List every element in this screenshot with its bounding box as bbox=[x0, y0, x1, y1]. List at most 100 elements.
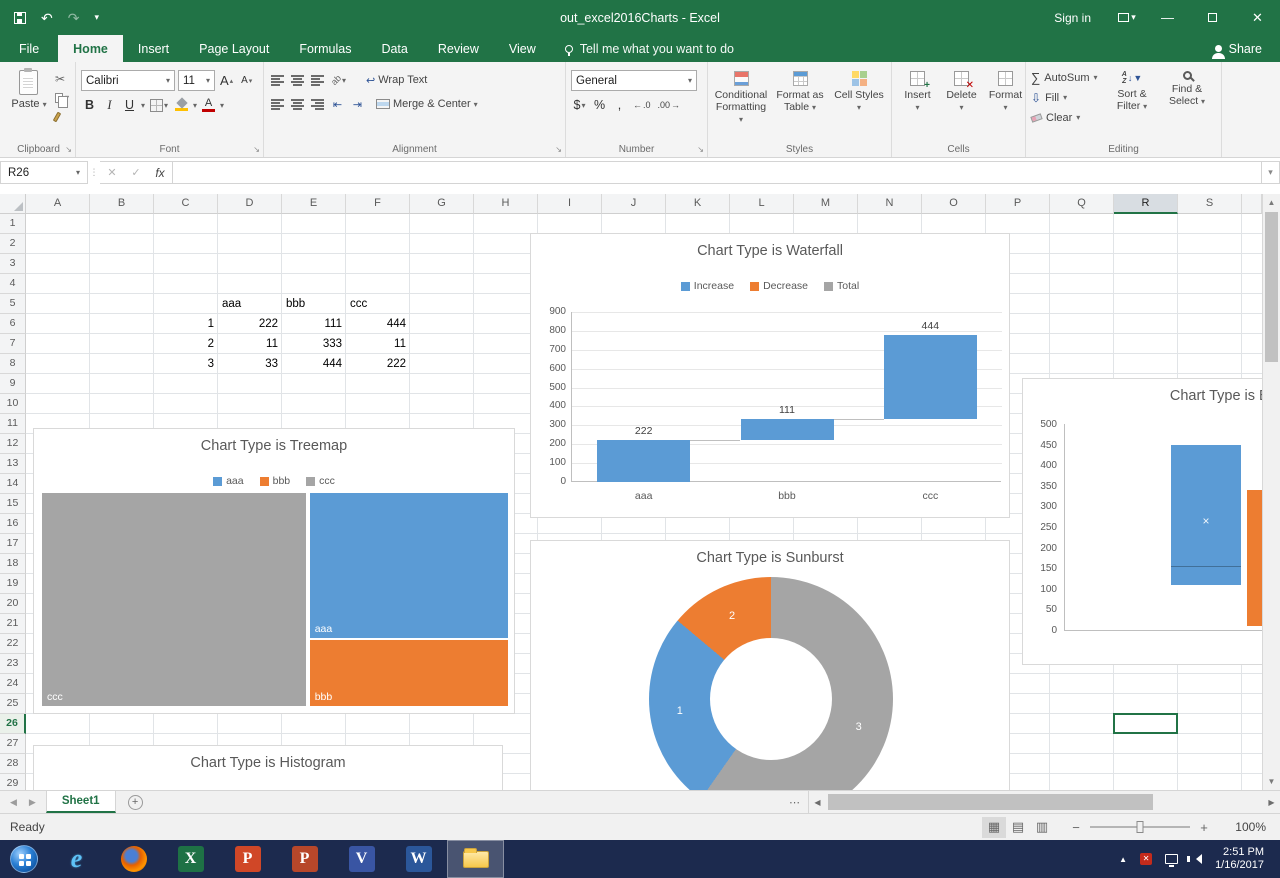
fill-button[interactable]: ⇩Fill▾ bbox=[1031, 89, 1103, 106]
tab-page-layout[interactable]: Page Layout bbox=[184, 35, 284, 62]
italic-button[interactable]: I bbox=[101, 96, 118, 114]
page-layout-view-icon[interactable]: ▤ bbox=[1006, 817, 1030, 838]
row-header-3[interactable]: 3 bbox=[0, 254, 26, 274]
row-header-6[interactable]: 6 bbox=[0, 314, 26, 334]
ribbon-display-options-icon[interactable]: ▾ bbox=[1109, 0, 1145, 35]
column-header-O[interactable]: O bbox=[922, 194, 986, 214]
row-header-1[interactable]: 1 bbox=[0, 214, 26, 234]
share-button[interactable]: Share bbox=[1197, 35, 1280, 62]
column-header-M[interactable]: M bbox=[794, 194, 858, 214]
sort-filter-button[interactable]: AZ↓▼ Sort & Filter ▾ bbox=[1106, 65, 1158, 142]
font-dialog-launcher[interactable]: ↘ bbox=[253, 146, 260, 154]
waterfall-bar-ccc[interactable] bbox=[884, 335, 977, 419]
sunburst-chart[interactable]: Chart Type is Sunburst 312 bbox=[530, 540, 1010, 790]
taskbar-clock[interactable]: 2:51 PM 1/16/2017 bbox=[1215, 846, 1272, 872]
shrink-font-button[interactable]: A▾ bbox=[238, 72, 255, 90]
cell-D5[interactable]: aaa bbox=[218, 294, 282, 314]
waterfall-chart[interactable]: Chart Type is Waterfall IncreaseDecrease… bbox=[530, 233, 1010, 518]
copy-button[interactable]: ▾ bbox=[54, 90, 70, 105]
tab-home[interactable]: Home bbox=[58, 35, 123, 62]
horizontal-scrollbar[interactable]: ◀ ▶ bbox=[808, 791, 1280, 813]
borders-button[interactable]: ▾ bbox=[148, 96, 170, 114]
row-header-17[interactable]: 17 bbox=[0, 534, 26, 554]
treemap-chart[interactable]: Chart Type is Treemap aaabbbccc cccaaabb… bbox=[33, 428, 515, 714]
clear-button[interactable]: Clear▾ bbox=[1031, 109, 1103, 126]
column-header-F[interactable]: F bbox=[346, 194, 410, 214]
cell-F5[interactable]: ccc bbox=[346, 294, 410, 314]
cell-F7[interactable]: 11 bbox=[346, 334, 410, 354]
row-header-28[interactable]: 28 bbox=[0, 754, 26, 774]
column-header-R[interactable]: R bbox=[1114, 194, 1178, 214]
cell-D8[interactable]: 33 bbox=[218, 354, 282, 374]
treemap-block-bbb[interactable]: bbb bbox=[309, 639, 509, 707]
zoom-level[interactable]: 100% bbox=[1218, 820, 1266, 834]
spreadsheet-grid[interactable]: ABCDEFGHIJKLMNOPQRS 12345678910111213141… bbox=[0, 194, 1280, 790]
treemap-block-ccc[interactable]: ccc bbox=[41, 492, 307, 707]
zoom-slider-thumb[interactable] bbox=[1137, 821, 1144, 833]
horizontal-scroll-thumb[interactable] bbox=[828, 794, 1153, 810]
cell-C8[interactable]: 3 bbox=[154, 354, 218, 374]
volume-icon[interactable] bbox=[1191, 854, 1202, 864]
redo-icon[interactable]: ↷ bbox=[68, 11, 80, 25]
row-header-23[interactable]: 23 bbox=[0, 654, 26, 674]
paste-button[interactable]: Paste ▾ bbox=[7, 65, 51, 142]
cell-E8[interactable]: 444 bbox=[282, 354, 346, 374]
column-header-H[interactable]: H bbox=[474, 194, 538, 214]
decrease-decimal-button[interactable]: .00→ bbox=[656, 96, 683, 114]
network-icon[interactable] bbox=[1165, 854, 1178, 864]
align-center-button[interactable] bbox=[289, 95, 306, 113]
tell-me-box[interactable]: Tell me what you want to do bbox=[551, 35, 748, 62]
zoom-in-icon[interactable]: + bbox=[1196, 820, 1212, 835]
tab-overflow-dots[interactable]: ⋯ bbox=[781, 796, 808, 809]
accounting-format-button[interactable]: $▾ bbox=[571, 96, 588, 114]
row-header-21[interactable]: 21 bbox=[0, 614, 26, 634]
grow-font-button[interactable]: A▴ bbox=[218, 72, 235, 90]
vertical-scrollbar[interactable]: ▲ ▼ bbox=[1262, 194, 1280, 790]
cell-F6[interactable]: 444 bbox=[346, 314, 410, 334]
align-right-button[interactable] bbox=[309, 95, 326, 113]
sheet-tab-sheet1[interactable]: Sheet1 bbox=[46, 791, 116, 813]
align-left-button[interactable] bbox=[269, 95, 286, 113]
waterfall-bar-aaa[interactable] bbox=[597, 440, 690, 482]
increase-decimal-button[interactable]: ←.0 bbox=[631, 96, 653, 114]
notification-icon[interactable]: ✕ bbox=[1140, 853, 1152, 865]
column-header-Q[interactable]: Q bbox=[1050, 194, 1114, 214]
new-sheet-button[interactable]: + bbox=[128, 795, 143, 810]
column-header-J[interactable]: J bbox=[602, 194, 666, 214]
cell-E7[interactable]: 333 bbox=[282, 334, 346, 354]
column-header-L[interactable]: L bbox=[730, 194, 794, 214]
column-header-N[interactable]: N bbox=[858, 194, 922, 214]
normal-view-icon[interactable]: ▦ bbox=[982, 817, 1006, 838]
start-button[interactable] bbox=[0, 840, 48, 878]
insert-function-button[interactable]: fx bbox=[148, 166, 172, 180]
cell-styles-button[interactable]: Cell Styles ▾ bbox=[831, 65, 887, 142]
number-dialog-launcher[interactable]: ↘ bbox=[697, 146, 704, 154]
waterfall-bar-bbb[interactable] bbox=[741, 419, 834, 440]
minimize-button[interactable]: — bbox=[1145, 0, 1190, 35]
conditional-formatting-button[interactable]: Conditional Formatting ▾ bbox=[713, 65, 769, 142]
column-header-I[interactable]: I bbox=[538, 194, 602, 214]
formula-input[interactable] bbox=[173, 161, 1262, 184]
close-button[interactable]: ✕ bbox=[1235, 0, 1280, 35]
row-header-19[interactable]: 19 bbox=[0, 574, 26, 594]
font-name-combo[interactable]: Calibri▾ bbox=[81, 70, 175, 91]
row-header-24[interactable]: 24 bbox=[0, 674, 26, 694]
middle-align-button[interactable] bbox=[289, 71, 306, 89]
cell-D6[interactable]: 222 bbox=[218, 314, 282, 334]
find-select-button[interactable]: Find & Select ▾ bbox=[1161, 65, 1213, 142]
histogram-chart[interactable]: Chart Type is Histogram bbox=[33, 745, 503, 790]
taskbar-app-firefox[interactable] bbox=[105, 840, 162, 878]
taskbar-app-file-explorer[interactable] bbox=[447, 840, 504, 878]
previous-sheet-icon[interactable]: ◀ bbox=[10, 797, 17, 808]
merge-center-button[interactable]: Merge & Center▾ bbox=[373, 95, 481, 113]
treemap-block-aaa[interactable]: aaa bbox=[309, 492, 509, 639]
tab-view[interactable]: View bbox=[494, 35, 551, 62]
column-header-S[interactable]: S bbox=[1178, 194, 1242, 214]
column-header-K[interactable]: K bbox=[666, 194, 730, 214]
column-header-G[interactable]: G bbox=[410, 194, 474, 214]
orientation-button[interactable]: ab▾ bbox=[329, 71, 348, 89]
column-header-P[interactable]: P bbox=[986, 194, 1050, 214]
cell-C6[interactable]: 1 bbox=[154, 314, 218, 334]
formula-bar-expand-icon[interactable]: ▾ bbox=[1262, 161, 1280, 184]
tab-review[interactable]: Review bbox=[423, 35, 494, 62]
